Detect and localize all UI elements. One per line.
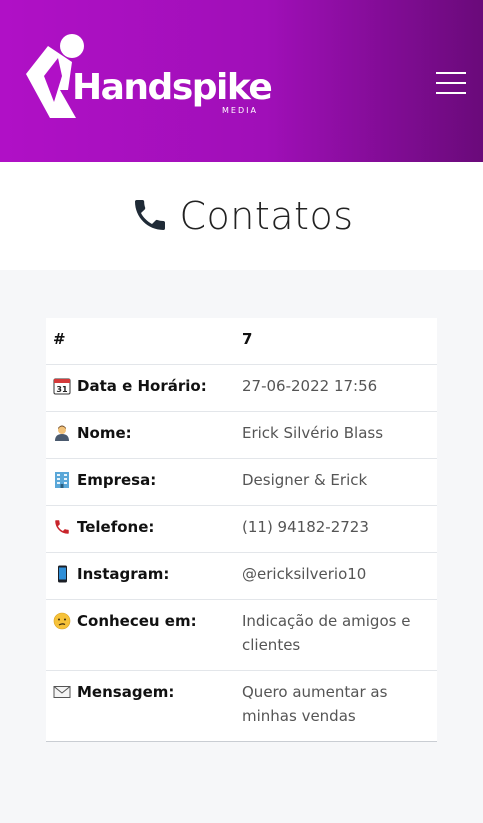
instagram-value: @ericksilverio10 [242, 565, 367, 583]
menu-line [436, 72, 466, 74]
logo-subtext: MEDIA [222, 106, 258, 115]
phone-value: (11) 94182-2723 [242, 518, 369, 536]
name-label: Nome: [77, 424, 132, 442]
hamburger-menu-icon[interactable] [436, 72, 466, 94]
id-label: # [53, 330, 66, 348]
id-value: 7 [242, 330, 253, 348]
calendar-icon: 31 [53, 378, 71, 395]
row-label: Instagram: [46, 565, 242, 586]
logo-text: Handspike [72, 67, 273, 108]
menu-line [436, 92, 466, 94]
date-value: 27-06-2022 17:56 [242, 377, 378, 395]
table-row-source: Conheceu em: Indicação de amigos e clien… [46, 599, 437, 670]
company-label: Empresa: [77, 471, 157, 489]
page-title-band: Contatos [0, 162, 483, 270]
table-row-message: Mensagem: Quero aumentar as minhas venda… [46, 670, 437, 741]
instagram-label: Instagram: [77, 565, 170, 583]
source-label: Conheceu em: [77, 612, 197, 630]
company-value: Designer & Erick [242, 471, 368, 489]
table-row-date: 31 Data e Horário: 27-06-2022 17:56 [46, 364, 437, 411]
source-value: Indicação de amigos e clientes [242, 612, 411, 654]
row-label: Conheceu em: [46, 612, 242, 657]
row-label: # [46, 330, 242, 351]
page-title: Contatos [179, 194, 354, 238]
message-value: Quero aumentar as minhas vendas [242, 683, 388, 725]
telephone-icon [55, 520, 69, 534]
contact-detail-table: # 7 31 Data e Horário: 27-06-2022 17:56 … [46, 318, 437, 742]
table-row-name: Nome: Erick Silvério Blass [46, 411, 437, 458]
mobile-phone-icon [58, 565, 67, 583]
table-row-company: Empresa: Designer & Erick [46, 458, 437, 505]
row-label: Empresa: [46, 471, 242, 492]
building-icon [55, 472, 69, 488]
phone-label: Telefone: [77, 518, 155, 536]
row-label: 31 Data e Horário: [46, 377, 242, 398]
person-icon [55, 425, 69, 441]
handspike-logo[interactable]: Handspike MEDIA [26, 32, 276, 122]
table-row-id: # 7 [46, 318, 437, 364]
message-label: Mensagem: [77, 683, 175, 701]
envelope-icon [53, 686, 71, 698]
table-row-instagram: Instagram: @ericksilverio10 [46, 552, 437, 599]
menu-line [436, 82, 466, 84]
row-label: Mensagem: [46, 683, 242, 728]
name-value: Erick Silvério Blass [242, 424, 384, 442]
date-label: Data e Horário: [77, 377, 207, 395]
phone-icon [134, 200, 165, 230]
svg-text:31: 31 [56, 385, 68, 394]
table-row-phone: Telefone: (11) 94182-2723 [46, 505, 437, 552]
confused-face-icon [53, 612, 71, 630]
row-label: Nome: [46, 424, 242, 445]
site-header: Handspike MEDIA [0, 0, 483, 162]
row-label: Telefone: [46, 518, 242, 539]
